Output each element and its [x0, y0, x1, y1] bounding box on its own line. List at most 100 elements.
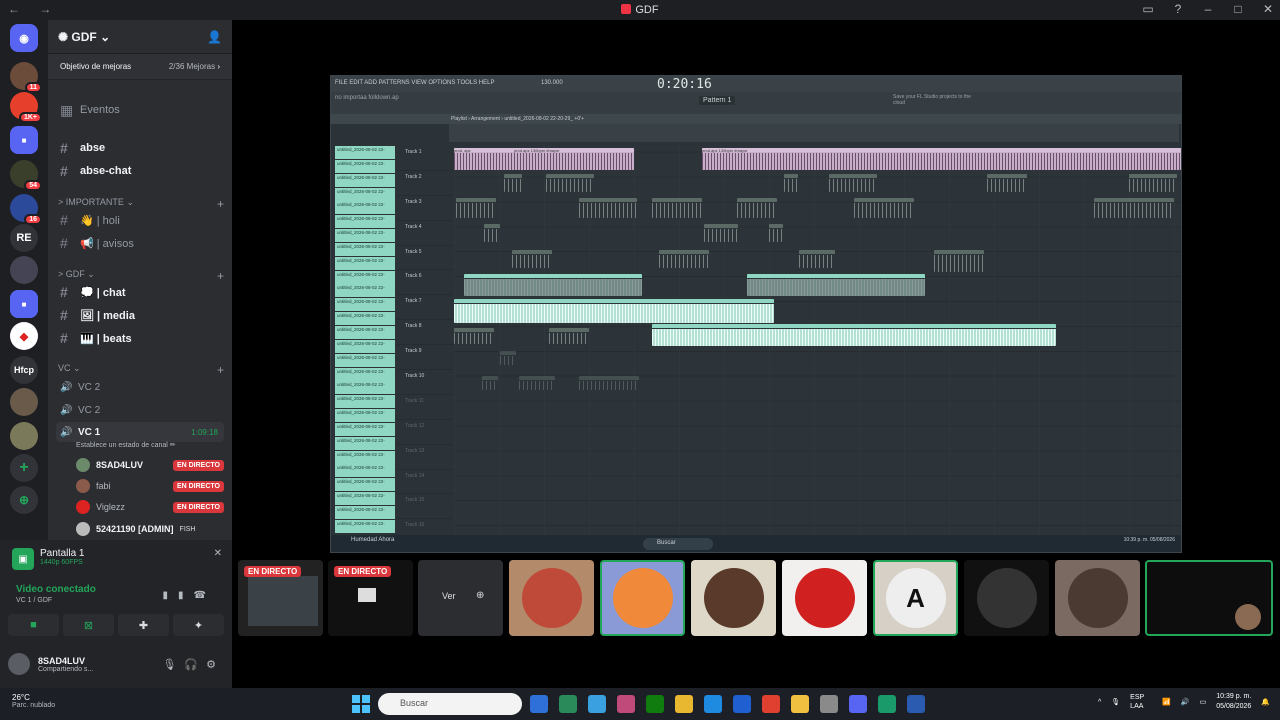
folder-icon[interactable]: ■ — [10, 290, 38, 318]
boost-goal[interactable]: Objetivo de mejoras 2/36 Mejoras › — [48, 54, 232, 80]
app-icon[interactable] — [733, 695, 751, 713]
audio-clip[interactable] — [512, 250, 552, 268]
maximize-icon[interactable]: □ — [1232, 2, 1244, 16]
audio-clip[interactable] — [934, 250, 984, 272]
audio-clip[interactable] — [784, 174, 798, 192]
server-icon[interactable]: 11 — [10, 62, 42, 93]
discord-icon[interactable] — [849, 695, 867, 713]
channel-abse-chat[interactable]: # abse-chat — [56, 161, 224, 181]
track-label[interactable]: Track 14 — [397, 470, 453, 495]
server-icon[interactable]: 54 — [10, 160, 42, 191]
participant-tile[interactable] — [964, 560, 1049, 636]
server-icon[interactable] — [10, 422, 38, 450]
track-label[interactable]: Track 2 — [397, 171, 453, 196]
picker-item[interactable]: untitled_2026-08-02 22- — [335, 464, 395, 478]
audio-clip[interactable] — [829, 174, 877, 192]
picker-item[interactable]: untitled_2026-08-02 22- — [335, 270, 395, 284]
app-icon[interactable] — [878, 695, 896, 713]
add-channel-icon[interactable]: + — [217, 197, 224, 211]
audio-clip[interactable] — [579, 376, 639, 390]
track-label[interactable]: Track 11 — [397, 395, 453, 420]
track-label[interactable]: Track 9 — [397, 345, 453, 371]
picker-item[interactable]: untitled_2026-08-02 22- — [335, 450, 395, 464]
channel-media[interactable]: # 🖼 | media — [56, 305, 224, 325]
discord-home-icon[interactable]: ◉ — [10, 24, 38, 52]
audio-clip[interactable] — [484, 224, 500, 242]
folder-icon[interactable]: ■ — [10, 126, 38, 154]
audio-clip[interactable] — [652, 198, 702, 218]
track-label[interactable]: Track 13 — [397, 445, 453, 470]
participant-tile[interactable] — [1055, 560, 1140, 636]
picker-item[interactable]: untitled_2026-08-02 22- — [335, 146, 395, 159]
soundboard-button[interactable]: ✦ — [173, 614, 224, 636]
voice-channel-vc1[interactable]: 🔊 VC 1 1:09:18 — [56, 422, 224, 442]
picker-item[interactable]: untitled_2026-08-02 22- — [335, 201, 395, 215]
audio-clip[interactable] — [1129, 174, 1177, 192]
mic-icon[interactable]: 🎙 — [162, 659, 184, 671]
track-label[interactable]: Track 1 — [397, 146, 453, 171]
app-icon[interactable] — [617, 695, 635, 713]
invite-icon[interactable]: 👤 — [207, 30, 222, 44]
channel-avisos[interactable]: # 📢 | avisos — [56, 233, 224, 253]
picker-item[interactable]: untitled_2026-08-02 22- — [335, 325, 395, 339]
server-re[interactable]: RE — [10, 224, 38, 252]
audio-clip[interactable] — [504, 174, 522, 192]
server-icon[interactable]: ◆ — [10, 322, 38, 350]
picker-item[interactable]: untitled_2026-08-02 22- — [335, 187, 395, 201]
help-icon[interactable]: ? — [1172, 2, 1184, 16]
audio-clip[interactable] — [579, 198, 637, 218]
voice-connection[interactable]: Video conectado VC 1 / GDF — [16, 584, 96, 604]
battery-icon[interactable]: ▭ — [1200, 698, 1207, 706]
picker-item[interactable]: untitled_2026-08-02 22- — [335, 312, 395, 326]
audio-clip[interactable] — [546, 174, 594, 192]
mic-icon[interactable]: 🎙 — [1111, 698, 1120, 706]
edge-icon[interactable] — [704, 695, 722, 713]
picker-item[interactable]: untitled_2026-08-02 22- — [335, 422, 395, 436]
channel-abse[interactable]: # abse — [56, 138, 224, 158]
audio-clip[interactable] — [659, 250, 709, 268]
audio-clip[interactable] — [519, 376, 555, 390]
picker-item[interactable]: untitled_2026-08-02 22- — [335, 505, 395, 519]
volume-icon[interactable]: 🔊 — [1181, 698, 1190, 706]
audio-clip[interactable] — [454, 328, 494, 344]
picker-item[interactable]: untitled_2026-08-02 22- — [335, 353, 395, 367]
fl-menu-bar[interactable]: FILE EDIT ADD PATTERNS VIEW OPTIONS TOOL… — [331, 76, 1181, 92]
camera-button[interactable]: ■ — [8, 614, 59, 636]
participant-tile[interactable]: A — [873, 560, 958, 636]
clock[interactable]: 10:39 p. m. 05/08/2026 — [1216, 692, 1251, 712]
picker-item[interactable]: untitled_2026-08-02 22- — [335, 519, 395, 533]
server-icon[interactable]: 16 — [10, 194, 42, 225]
tempo-display[interactable]: 130.000 — [541, 80, 563, 86]
picker-item[interactable]: untitled_2026-08-02 22- — [335, 229, 395, 243]
participant-tile[interactable] — [782, 560, 867, 636]
folder-icon[interactable] — [791, 695, 809, 713]
add-server-icon[interactable]: + — [10, 454, 38, 482]
audio-clip[interactable] — [1094, 198, 1174, 218]
picker-item[interactable]: untitled_2026-08-02 22- — [335, 159, 395, 173]
category-vc[interactable]: VC ⌄ + — [58, 363, 224, 377]
channel-chat[interactable]: # 💭 | chat — [56, 282, 224, 302]
app-icon[interactable] — [559, 695, 577, 713]
activities-button[interactable]: ✚ — [118, 614, 169, 636]
server-icon[interactable]: 1K+ — [10, 92, 42, 123]
avatar[interactable] — [8, 653, 30, 675]
language-indicator[interactable]: ESP LAA — [1130, 693, 1152, 711]
stream-tile[interactable]: Ver ⊕ — [418, 560, 503, 636]
audio-clip[interactable] — [987, 174, 1027, 192]
network-icon[interactable]: 📶 — [1162, 698, 1171, 706]
share-screen-button[interactable]: ⊠ — [63, 614, 114, 636]
voice-channel-vc2[interactable]: 🔊 VC 2 — [56, 400, 224, 420]
taskbar-search[interactable]: Buscar — [378, 693, 522, 715]
audio-clip[interactable] — [854, 198, 914, 218]
picker-item[interactable]: untitled_2026-08-02 22- — [335, 478, 395, 492]
pattern-selector[interactable]: Pattern 1 — [699, 96, 736, 105]
xbox-icon[interactable] — [646, 695, 664, 713]
picker-item[interactable]: untitled_2026-08-02 22- — [335, 256, 395, 270]
track-label[interactable]: Track 10 — [397, 370, 453, 395]
audio-clip[interactable] — [704, 224, 738, 242]
track-label[interactable]: Track 8 — [397, 320, 453, 346]
audio-clip[interactable] — [737, 198, 777, 218]
participant-tile[interactable] — [600, 560, 685, 636]
app-icon[interactable] — [820, 695, 838, 713]
stream-stage[interactable]: FILE EDIT ADD PATTERNS VIEW OPTIONS TOOL… — [232, 20, 1280, 560]
